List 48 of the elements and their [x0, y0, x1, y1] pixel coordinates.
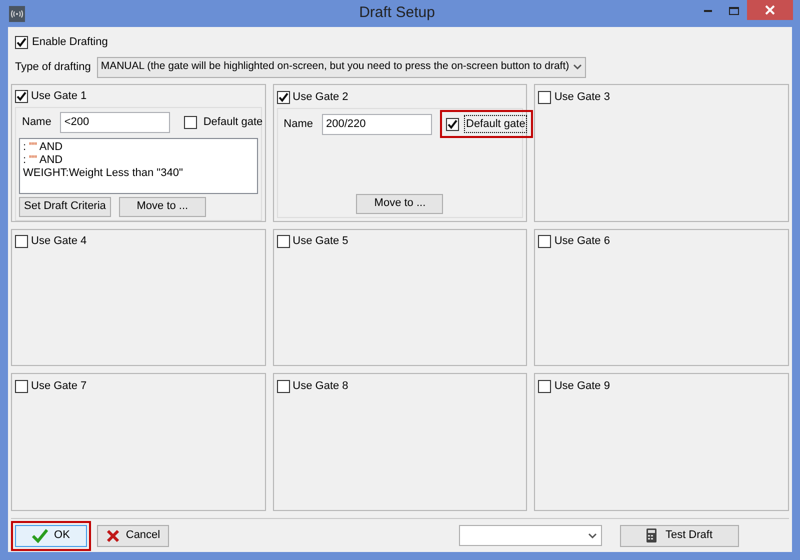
checkbox[interactable] [276, 235, 290, 248]
default-gate-checkbox[interactable]: Default gate [178, 108, 270, 136]
calculator-icon [646, 528, 658, 543]
name-label: Name [21, 115, 52, 130]
gate-label: Use Gate 9 [554, 379, 610, 394]
close-button[interactable] [747, 0, 793, 20]
checkbox[interactable] [538, 235, 552, 248]
test-draft-button[interactable]: Test Draft [620, 524, 739, 546]
checkbox[interactable] [15, 380, 28, 393]
checkbox[interactable] [184, 116, 198, 129]
x-icon [106, 528, 120, 542]
gate-label: Use Gate 8 [292, 379, 348, 394]
gate-label: Use Gate 3 [554, 90, 610, 105]
cancel-button[interactable]: Cancel [97, 524, 169, 546]
name-field[interactable]: 200/220 [322, 114, 432, 134]
criteria-line: : "" AND [23, 154, 64, 166]
ok-button[interactable]: OK [15, 524, 87, 546]
criteria-line: WEIGHT:Weight Less than "340" [23, 166, 184, 180]
app-icon [9, 6, 25, 22]
criteria-line: : "" AND [23, 140, 64, 154]
checkbox[interactable] [15, 90, 28, 103]
default-gate-label: Default gate [202, 115, 264, 130]
window-title: Draft Setup [359, 3, 435, 24]
drafting-type-label: Type of drafting [15, 60, 91, 75]
default-gate-checkbox[interactable]: Default gate [440, 110, 534, 138]
checkbox[interactable] [538, 90, 552, 104]
gate-label: Use Gate 7 [31, 379, 87, 394]
move-to-button[interactable]: Move to ... [118, 196, 206, 216]
gate-label: Use Gate 6 [554, 234, 610, 250]
set-draft-criteria-button[interactable]: Set Draft Criteria [19, 196, 111, 216]
close-icon [765, 5, 775, 15]
checkmark-icon [32, 528, 48, 542]
drafting-type-dropdown[interactable]: MANUAL (the gate will be highlighted on-screen, but you need to press the on-screen button to draft) [96, 56, 586, 78]
default-gate-label: Default gate [464, 114, 528, 134]
checkbox[interactable] [276, 380, 290, 393]
checkbox[interactable] [15, 36, 28, 48]
checkbox[interactable] [538, 380, 552, 393]
checkbox[interactable] [276, 90, 290, 104]
move-to-button[interactable]: Move to ... [356, 194, 444, 214]
checkbox[interactable] [446, 118, 459, 130]
gate-label: Use Gate 4 [31, 234, 87, 250]
name-field[interactable]: <200 [60, 112, 170, 133]
enable-drafting-label: Enable Drafting [32, 34, 108, 50]
gate-label: Use Gate 5 [292, 234, 348, 250]
gate-label: Use Gate 2 [292, 90, 348, 105]
name-label: Name [282, 116, 314, 132]
checkbox[interactable] [15, 235, 28, 248]
gate-label: Use Gate 1 [31, 89, 87, 104]
